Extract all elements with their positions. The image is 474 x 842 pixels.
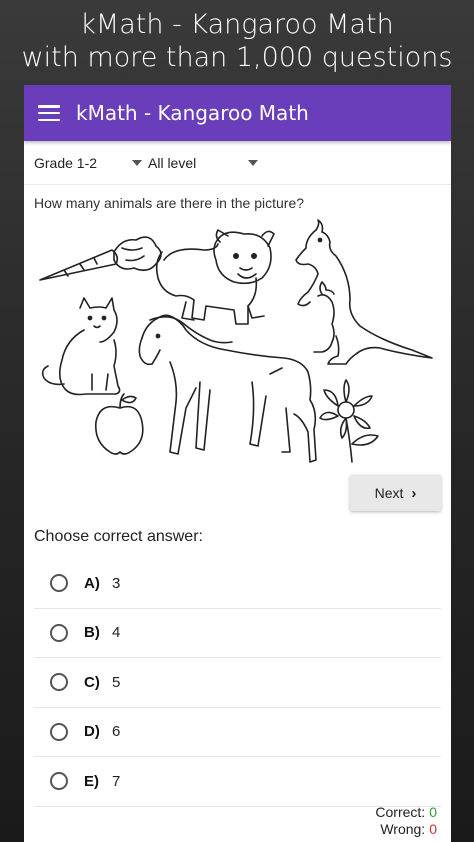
answer-option-e[interactable]: E) 7 — [34, 757, 441, 807]
filter-bar: Grade 1-2 All level — [24, 141, 451, 185]
promo-subtitle: with more than 1,000 questions — [21, 42, 453, 73]
question-picture — [34, 212, 439, 467]
radio-button-icon[interactable] — [50, 673, 68, 692]
radio-button-icon[interactable] — [50, 722, 68, 741]
answer-list: A) 3 B) 4 C) 5 D) 6 E) 7 — [24, 559, 451, 807]
app-bar: kMath - Kangaroo Math — [24, 85, 451, 141]
dropdown-arrow-icon — [132, 159, 142, 166]
level-select-value: All level — [148, 154, 197, 171]
grade-select-value: Grade 1-2 — [34, 154, 98, 171]
answer-value: 6 — [112, 723, 121, 741]
horse-drawing — [138, 314, 317, 463]
answer-value: 3 — [112, 574, 121, 592]
answer-option-c[interactable]: C) 5 — [34, 658, 441, 708]
answer-value: 4 — [112, 624, 121, 642]
cat-drawing — [41, 297, 121, 396]
wrong-value: 0 — [429, 821, 437, 837]
answer-letter: C) — [84, 673, 100, 691]
radio-button-icon[interactable] — [50, 623, 68, 642]
kangaroo-drawing — [295, 219, 433, 365]
carrot-drawing — [39, 236, 162, 281]
answer-letter: D) — [84, 723, 100, 741]
dropdown-arrow-icon — [248, 159, 258, 166]
correct-value: 0 — [429, 804, 437, 820]
chevron-right-icon: › — [411, 484, 417, 502]
promo-header: kMath - Kangaroo Math with more than 1,0… — [0, 8, 474, 74]
app-title: kMath - Kangaroo Math — [76, 101, 309, 125]
wrong-label: Wrong: — [380, 821, 426, 837]
question-text: How many animals are there in the pictur… — [34, 195, 305, 211]
grade-select[interactable]: Grade 1-2 — [34, 155, 148, 171]
wrong-count: Wrong: 0 — [375, 821, 437, 838]
answer-letter: E) — [84, 772, 99, 790]
promo-title: kMath - Kangaroo Math — [80, 9, 394, 40]
answer-value: 5 — [112, 673, 121, 691]
radio-button-icon[interactable] — [50, 772, 68, 791]
answer-value: 7 — [112, 772, 121, 790]
app-screen: kMath - Kangaroo Math Grade 1-2 All leve… — [24, 85, 451, 842]
level-select[interactable]: All level — [148, 155, 258, 171]
score-panel: Correct: 0 Wrong: 0 — [375, 804, 437, 838]
next-button-label: Next — [374, 485, 404, 501]
next-button[interactable]: Next › — [350, 475, 441, 511]
answer-letter: B) — [84, 624, 100, 642]
answer-letter: A) — [84, 574, 100, 592]
answer-prompt: Choose correct answer: — [34, 528, 203, 545]
answer-option-b[interactable]: B) 4 — [34, 609, 441, 658]
bulldog-drawing — [155, 229, 275, 325]
answer-option-d[interactable]: D) 6 — [34, 708, 441, 757]
correct-label: Correct: — [375, 804, 426, 820]
answer-option-a[interactable]: A) 3 — [34, 559, 441, 609]
radio-button-icon[interactable] — [50, 574, 68, 593]
apple-drawing — [94, 393, 144, 455]
flower-drawing — [319, 379, 379, 463]
hamburger-menu-icon[interactable] — [38, 105, 60, 121]
correct-count: Correct: 0 — [375, 804, 437, 821]
